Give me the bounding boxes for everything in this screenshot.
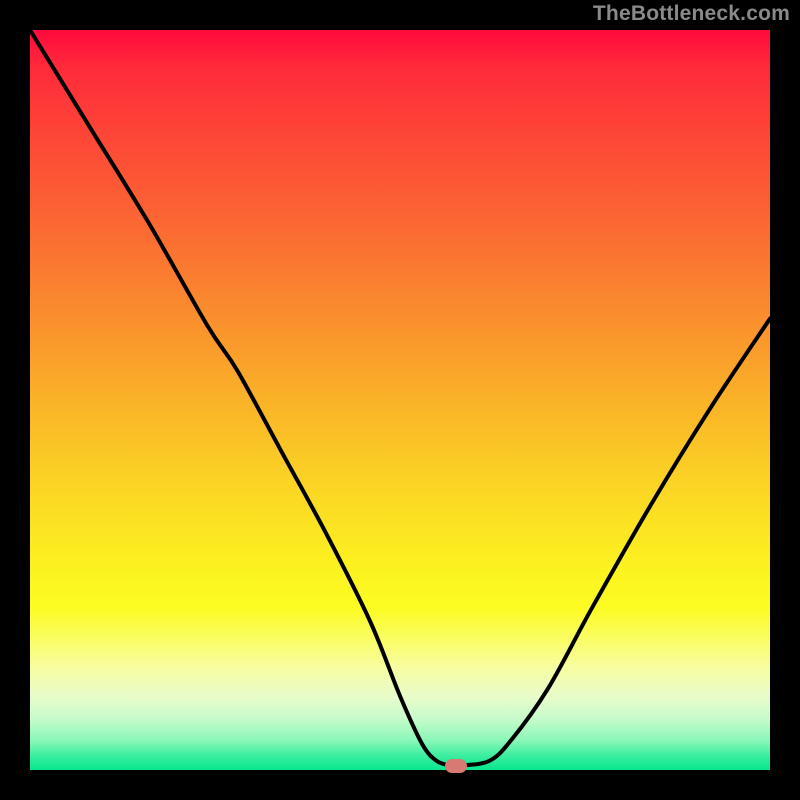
chart-container: TheBottleneck.com: [0, 0, 800, 800]
curve-svg: [30, 30, 770, 770]
optimum-marker: [445, 759, 467, 773]
bottleneck-curve-path: [30, 30, 770, 766]
plot-area: [30, 30, 770, 770]
attribution-text: TheBottleneck.com: [593, 2, 790, 26]
